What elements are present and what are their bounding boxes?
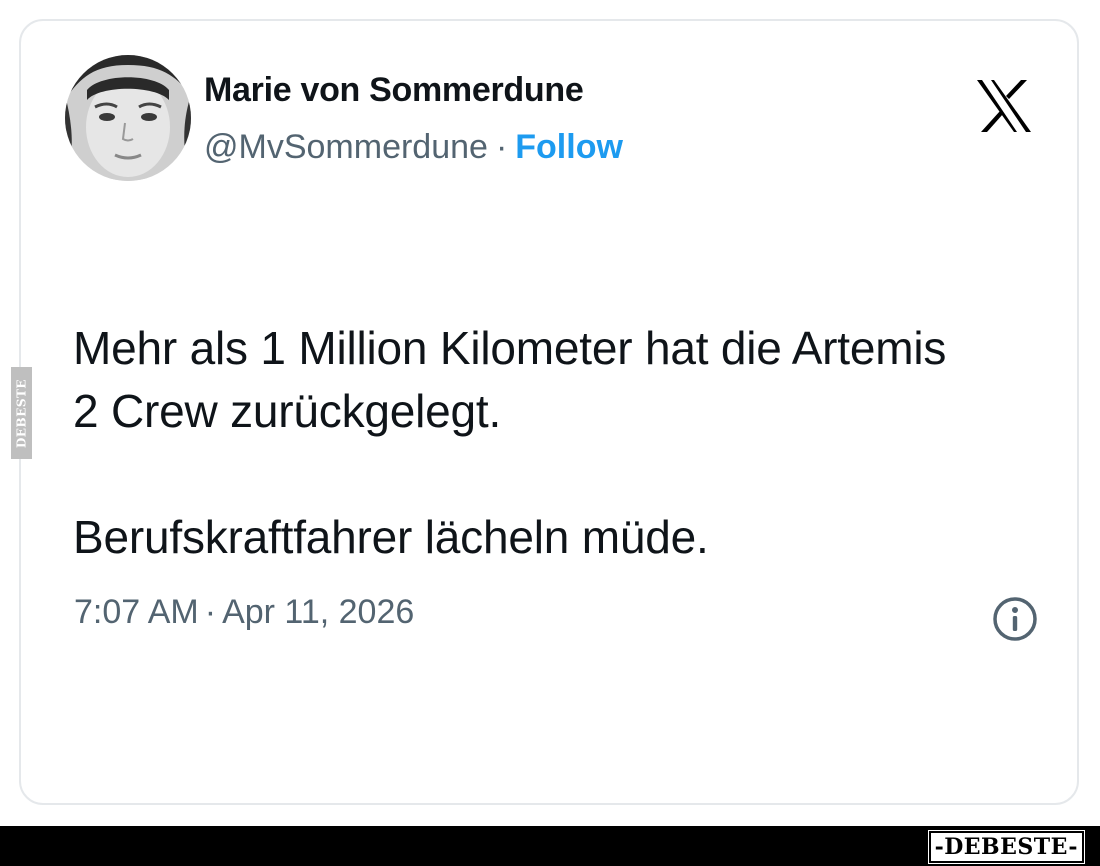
tweet-paragraph: Mehr als 1 Million Kilometer hat die Art… [73,322,947,437]
tweet-paragraph: Berufskraftfahrer lächeln müde. [73,511,709,563]
author-handle-line: @MvSommerdune · Follow [204,128,623,167]
date-separator: · [204,593,217,631]
avatar-photo [65,55,191,181]
follow-button[interactable]: Follow [515,128,623,166]
brand-watermark: -DEBESTE- [927,830,1086,864]
tweet-time: 7:07 AM [74,593,199,631]
author-display-name[interactable]: Marie von Sommerdune [204,71,584,110]
tweet-timestamp[interactable]: 7:07 AM · Apr 11, 2026 [74,593,414,632]
tweet-text: Mehr als 1 Million Kilometer hat die Art… [73,317,973,569]
tweet-date: Apr 11, 2026 [222,593,415,631]
bottom-watermark-bar: -DEBESTE- [0,826,1100,866]
author-handle[interactable]: @MvSommerdune [204,128,488,166]
side-watermark: DEBESTE [11,367,32,459]
avatar[interactable] [65,55,191,181]
handle-separator: · [495,128,508,166]
info-icon[interactable] [991,595,1039,643]
x-logo-icon[interactable] [975,79,1033,133]
tweet-card: Marie von Sommerdune @MvSommerdune · Follo… [19,19,1079,805]
